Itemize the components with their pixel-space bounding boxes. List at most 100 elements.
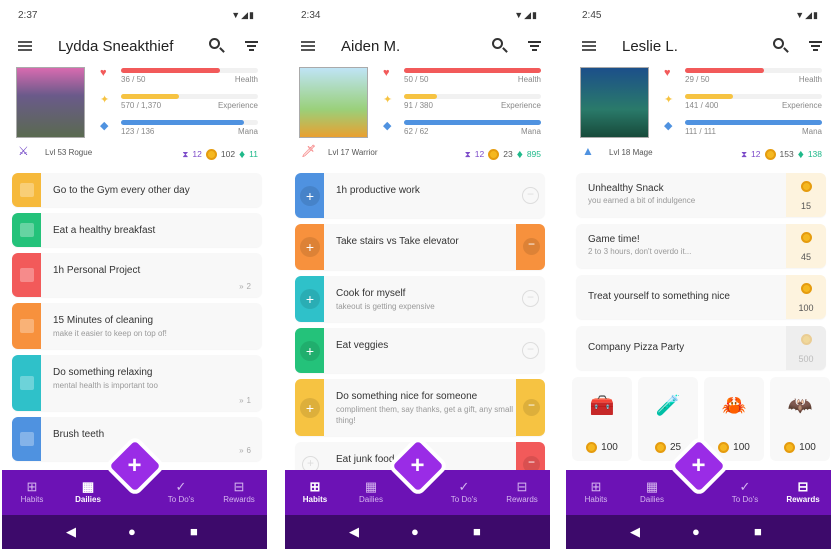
tab-rewards[interactable]: ⊟ Rewards xyxy=(778,479,828,504)
search-icon[interactable] xyxy=(492,38,503,49)
shop-item-green-armor[interactable]: 🦇 100 xyxy=(770,377,830,461)
daily-checkbox[interactable] xyxy=(12,173,41,207)
daily-checkbox[interactable] xyxy=(12,355,41,411)
habit-minus-button[interactable]: − xyxy=(522,186,539,204)
menu-icon[interactable] xyxy=(18,41,32,51)
plus-icon[interactable]: + xyxy=(403,452,433,480)
reward-item[interactable]: Company Pizza Party 500 xyxy=(576,326,826,370)
reward-item[interactable]: Game time! 2 to 3 hours, don't overdo it.… xyxy=(576,224,826,268)
habits-icon: ⊞ xyxy=(309,479,321,494)
shop-item-price: 25 xyxy=(669,442,682,453)
tab-todos[interactable]: ✓ To Do's xyxy=(439,479,489,504)
daily-checkbox[interactable] xyxy=(12,213,41,247)
avatar[interactable] xyxy=(580,67,649,138)
buy-reward-button[interactable]: 15 xyxy=(786,173,826,217)
habit-plus-button[interactable]: + xyxy=(295,276,324,322)
tab-dailies[interactable]: ▦ Dailies xyxy=(346,479,396,504)
home-icon[interactable]: ● xyxy=(128,524,136,539)
tab-rewards[interactable]: ⊟ Rewards xyxy=(214,479,264,504)
exp-label: Experience xyxy=(217,101,258,110)
tab-todos[interactable]: ✓ To Do's xyxy=(156,479,206,504)
menu-icon[interactable] xyxy=(582,41,596,51)
status-icons: ▼◢▮ xyxy=(514,10,538,20)
habit-plus-button[interactable]: + xyxy=(295,328,324,373)
exp-bar-fill xyxy=(121,94,179,99)
menu-icon[interactable] xyxy=(301,41,315,51)
hourglass-icon: ⧗ xyxy=(464,148,471,159)
daily-item[interactable]: 1h Personal Project » 2 xyxy=(12,253,262,297)
daily-item[interactable]: Go to the Gym every other day xyxy=(12,173,262,207)
back-icon[interactable]: ◀ xyxy=(66,524,76,540)
filter-icon[interactable] xyxy=(809,41,822,53)
tab-habits[interactable]: ⊞ Habits xyxy=(290,479,340,504)
tab-label: Rewards xyxy=(786,495,820,504)
habit-minus-button[interactable]: − xyxy=(516,379,545,436)
daily-checkbox[interactable] xyxy=(12,253,41,297)
plus-icon[interactable]: + xyxy=(120,452,150,480)
shop-item-armoire-chest[interactable]: 🧰 100 xyxy=(572,377,632,461)
filter-icon[interactable] xyxy=(245,41,258,53)
exp-bar xyxy=(404,94,541,99)
shop-item-health-potion[interactable]: 🧪 25 xyxy=(638,377,698,461)
habit-item[interactable]: + − Eat veggies xyxy=(295,328,545,373)
plus-icon: + xyxy=(300,185,320,206)
daily-title: Brush teeth xyxy=(53,429,105,440)
daily-title: Go to the Gym every other day xyxy=(53,185,190,196)
avatar[interactable] xyxy=(16,67,85,138)
habit-item[interactable]: + − Cook for myself takeout is getting expe… xyxy=(295,276,545,322)
back-icon[interactable]: ◀ xyxy=(349,524,359,540)
tab-habits[interactable]: ⊞ Habits xyxy=(571,479,621,504)
habit-item[interactable]: + − 1h productive work xyxy=(295,173,545,218)
daily-title: Do something relaxing xyxy=(53,367,153,378)
search-icon[interactable] xyxy=(209,38,220,49)
tab-habits[interactable]: ⊞ Habits xyxy=(7,479,57,504)
buy-reward-button[interactable]: 500 xyxy=(786,326,826,370)
reward-item[interactable]: Treat yourself to something nice 100 xyxy=(576,275,826,319)
tab-rewards[interactable]: ⊟ Rewards xyxy=(497,479,547,504)
shop-item-red-armor[interactable]: 🦀 100 xyxy=(704,377,764,461)
buy-reward-button[interactable]: 100 xyxy=(786,275,826,319)
habit-minus-button[interactable]: − xyxy=(522,341,539,359)
recents-icon[interactable]: ■ xyxy=(473,524,481,539)
home-icon[interactable]: ● xyxy=(411,524,419,539)
habit-item[interactable]: + − Take stairs vs Take elevator xyxy=(295,224,545,270)
currencies: ⧗ 12 23 ♦ 895 xyxy=(465,147,541,161)
exp-stat: ✦ 570 / 1,370 Experience xyxy=(100,94,260,118)
habit-minus-button[interactable]: − xyxy=(516,224,545,270)
exp-bar-fill xyxy=(404,94,437,99)
home-icon[interactable]: ● xyxy=(692,524,700,539)
level-class: Lvl 18 Mage xyxy=(609,148,653,157)
gold-coin-icon xyxy=(205,148,217,160)
heart-icon: ♥ xyxy=(383,67,390,79)
habit-plus-button[interactable]: + xyxy=(295,173,324,218)
tab-dailies[interactable]: ▦ Dailies xyxy=(63,479,113,504)
reward-item[interactable]: Unhealthy Snack you earned a bit of indul… xyxy=(576,173,826,217)
avatar[interactable] xyxy=(299,67,368,138)
calendar-icon: ▦ xyxy=(645,479,659,494)
recents-icon[interactable]: ■ xyxy=(754,524,762,539)
daily-item[interactable]: 15 Minutes of cleaning make it easier to … xyxy=(12,303,262,349)
search-icon[interactable] xyxy=(773,38,784,49)
heart-icon: ♥ xyxy=(100,67,107,79)
tab-dailies[interactable]: ▦ Dailies xyxy=(627,479,677,504)
filter-icon[interactable] xyxy=(528,41,541,53)
exp-stat: ✦ 91 / 380 Experience xyxy=(383,94,543,118)
habit-plus-button[interactable]: + xyxy=(295,379,324,436)
tab-label: To Do's xyxy=(167,495,195,504)
back-icon[interactable]: ◀ xyxy=(630,524,640,540)
daily-item[interactable]: Do something relaxing mental health is im… xyxy=(12,355,262,411)
mana-bar xyxy=(685,120,822,125)
streak-value: 1 xyxy=(246,396,251,405)
recents-icon[interactable]: ■ xyxy=(190,524,198,539)
tab-todos[interactable]: ✓ To Do's xyxy=(720,479,770,504)
buy-reward-button[interactable]: 45 xyxy=(786,224,826,268)
habit-plus-button[interactable]: + xyxy=(295,224,324,270)
daily-item[interactable]: Eat a healthy breakfast xyxy=(12,213,262,247)
daily-checkbox[interactable] xyxy=(12,417,41,461)
habit-item[interactable]: + − Do something nice for someone complimen… xyxy=(295,379,545,436)
mana-label: Mana xyxy=(520,127,541,136)
daily-checkbox[interactable] xyxy=(12,303,41,349)
habit-minus-button[interactable]: − xyxy=(522,290,539,307)
plus-icon[interactable]: + xyxy=(684,452,714,480)
shop-item-price: 100 xyxy=(733,442,750,453)
